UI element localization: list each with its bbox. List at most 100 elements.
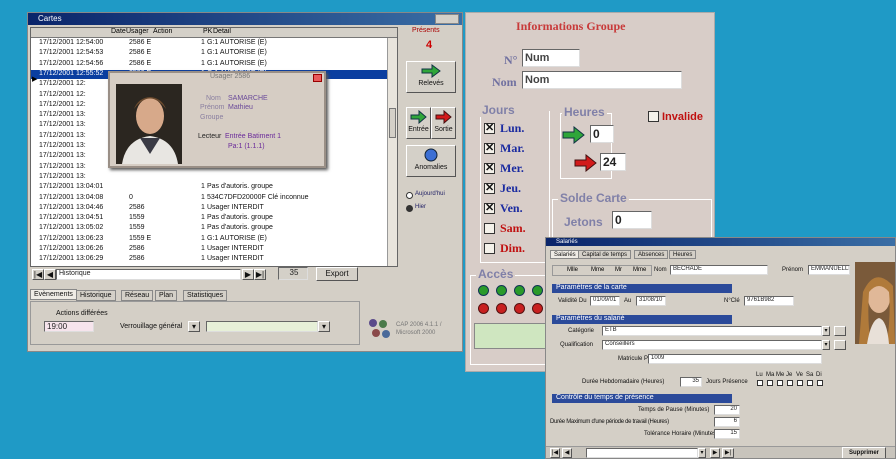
releves-button[interactable]: Relevés	[406, 61, 456, 93]
table-row[interactable]: 17/12/2001 12:54:56 2586 E 1 G:1 AUTORISE (…	[31, 60, 389, 69]
export-button[interactable]: Export	[316, 267, 358, 281]
tab-absences[interactable]: Absences	[634, 250, 669, 259]
day-checkbox[interactable]: ✕	[484, 203, 495, 214]
day-checkbox[interactable]	[484, 243, 495, 254]
led-icon[interactable]	[532, 285, 543, 296]
column-header-detail[interactable]: Detail	[213, 28, 231, 35]
table-row[interactable]: 17/12/2001 12:54:53 2586 E 1 G:1 AUTORISE (…	[31, 49, 389, 58]
filter-field[interactable]: Historique	[56, 269, 241, 280]
table-row[interactable]: 17/12/2001 13:05:02 1559 1 Pas d'autoris. g…	[31, 224, 389, 233]
supprimer-button[interactable]: Supprimer	[842, 447, 886, 458]
salarie-prenom-field[interactable]: EMMANUELLE	[808, 265, 850, 275]
presence-day[interactable]: Sa	[806, 372, 813, 378]
table-row[interactable]: 17/12/2001 13:06:29 2586 1 Usager INTERDIT	[31, 255, 389, 264]
tab-capital[interactable]: Capital de temps	[578, 250, 632, 259]
last-record-button[interactable]: ▶|	[254, 269, 266, 280]
table-row[interactable]: 17/12/2001 13:06:26 2586 1 Usager INTERDIT	[31, 245, 389, 254]
categorie-field[interactable]: ETB	[602, 326, 822, 336]
next-record-button[interactable]: ▶	[710, 448, 720, 458]
presence-checkbox[interactable]	[807, 380, 813, 386]
duree-field[interactable]: 35	[680, 377, 702, 387]
presence-checkbox[interactable]	[767, 380, 773, 386]
table-row[interactable]: 17/12/2001 13:04:46 2586 1 Usager INTERDIT	[31, 204, 389, 213]
presence-checkbox[interactable]	[757, 380, 763, 386]
civilite-mlle[interactable]: Mlle	[567, 267, 578, 273]
validite-au-field[interactable]: 31/08/10	[636, 296, 666, 306]
presence-day[interactable]: Lu	[756, 372, 763, 378]
civilite-mr[interactable]: Mr	[615, 267, 622, 273]
salarie-nom-field[interactable]: BECHADE	[670, 265, 768, 275]
presence-checkbox[interactable]	[777, 380, 783, 386]
tab-salaries[interactable]: Salariés	[550, 250, 580, 259]
sortie-button[interactable]: Sortie	[431, 107, 456, 139]
table-row[interactable]: 17/12/2001 13:06:23 1559 E 1 G:1 AUTORISE (…	[31, 235, 389, 244]
table-row[interactable]: 17/12/2001 13:04:08 0 1 534C7DFD20000F Clé …	[31, 194, 389, 203]
presence-day[interactable]: Ma	[766, 372, 774, 378]
column-header-action[interactable]: Action	[153, 28, 172, 35]
categorie-dropdown-button[interactable]: ▾	[822, 326, 830, 336]
actions-time-select[interactable]: 19:00	[44, 321, 94, 332]
radio-hier[interactable]	[406, 205, 413, 212]
table-row[interactable]: 17/12/2001 13:04:01 1 Pas d'autoris. group…	[31, 183, 389, 192]
radio-aujourdhui[interactable]	[406, 192, 413, 199]
matricule-field[interactable]: 1009	[648, 354, 822, 364]
entree-button[interactable]: Entrée	[406, 107, 431, 139]
anomalies-button[interactable]: Anomalies	[406, 145, 456, 177]
column-header-pk[interactable]: PK	[203, 28, 212, 35]
day-checkbox[interactable]	[484, 223, 495, 234]
presence-day[interactable]: Ve	[796, 372, 803, 378]
qualification-browse-button[interactable]	[834, 340, 846, 350]
column-header-date[interactable]: Date	[111, 28, 126, 35]
tab-reseau[interactable]: Réseau	[121, 290, 154, 301]
employee-search-field[interactable]	[586, 448, 698, 458]
led-icon[interactable]	[514, 303, 525, 314]
tab-plan[interactable]: Plan	[155, 290, 178, 301]
periode-field[interactable]: 6	[714, 417, 740, 427]
day-checkbox[interactable]: ✕	[484, 123, 495, 134]
no-field[interactable]: Num	[522, 49, 580, 67]
heure-out-field[interactable]: 24	[600, 153, 626, 171]
first-record-button[interactable]: |◀	[550, 448, 560, 458]
civilite-mme[interactable]: Mme	[591, 267, 604, 273]
mode-dropdown-button[interactable]: ▾	[188, 321, 200, 332]
led-icon[interactable]	[496, 303, 507, 314]
nom-field[interactable]: Nom	[522, 71, 682, 89]
civilite-mme2[interactable]: Mme	[633, 267, 646, 273]
table-row[interactable]: 17/12/2001 12:54:00 2586 E 1 G:1 AUTORISE (…	[31, 39, 389, 48]
prev-record-button[interactable]: ◀	[562, 448, 572, 458]
jetons-field[interactable]: 0	[612, 211, 652, 229]
last-record-button[interactable]: ▶|	[722, 448, 734, 458]
employee-dropdown-button[interactable]: ▾	[698, 448, 706, 458]
presence-day[interactable]: Je	[786, 372, 792, 378]
led-icon[interactable]	[478, 303, 489, 314]
pause-field[interactable]: 20	[714, 405, 740, 415]
day-checkbox[interactable]: ✕	[484, 143, 495, 154]
presence-checkbox[interactable]	[797, 380, 803, 386]
prev-record-button[interactable]: ◀	[44, 269, 56, 280]
table-row[interactable]: 17/12/2001 13:	[31, 173, 389, 182]
next-record-button[interactable]: ▶	[242, 269, 254, 280]
tab-heures[interactable]: Heures	[669, 250, 697, 259]
actions-select[interactable]	[206, 321, 318, 332]
led-icon[interactable]	[478, 285, 489, 296]
presence-day[interactable]: Me	[776, 372, 784, 378]
actions-dropdown-button[interactable]: ▾	[318, 321, 330, 332]
invalide-checkbox[interactable]	[648, 111, 659, 122]
column-header-usager[interactable]: Usager	[126, 28, 149, 35]
validite-du-field[interactable]: 01/09/01	[590, 296, 620, 306]
tab-historique[interactable]: Historique	[76, 290, 116, 301]
close-icon[interactable]	[313, 74, 322, 82]
heure-in-field[interactable]: 0	[590, 125, 614, 143]
table-row[interactable]: 17/12/2001 13:04:51 1559 1 Pas d'autoris. g…	[31, 214, 389, 223]
led-icon[interactable]	[514, 285, 525, 296]
presence-checkbox[interactable]	[787, 380, 793, 386]
close-icon[interactable]	[435, 14, 459, 24]
presence-day[interactable]: Di	[816, 372, 822, 378]
led-icon[interactable]	[532, 303, 543, 314]
tab-evenements[interactable]: Evènements	[30, 289, 77, 300]
categorie-browse-button[interactable]	[834, 326, 846, 336]
presence-checkbox[interactable]	[817, 380, 823, 386]
tolerance-field[interactable]: 15	[714, 429, 740, 439]
tab-statistiques[interactable]: Statistiques	[183, 290, 228, 301]
day-checkbox[interactable]: ✕	[484, 163, 495, 174]
